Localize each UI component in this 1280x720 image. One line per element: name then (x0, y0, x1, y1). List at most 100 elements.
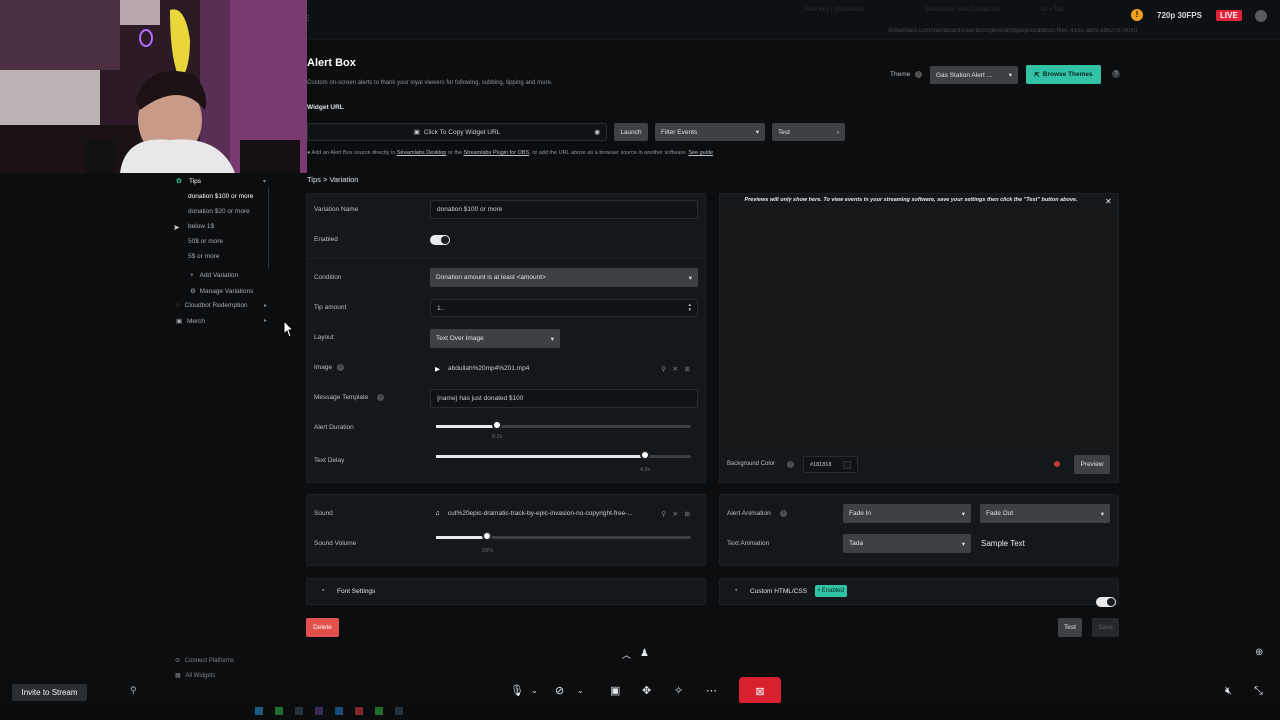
chevron-down-icon[interactable]: ▾ (263, 178, 266, 185)
info-icon[interactable]: i (780, 510, 787, 517)
text-delay-slider[interactable] (436, 450, 691, 463)
sound-file-field[interactable]: ♫ cut%20epic-dramatic-track-by-epic-inva… (430, 504, 698, 523)
sidebar-item-donation-100[interactable]: donation $100 or more (188, 193, 253, 200)
sidebar-scroll-track[interactable] (268, 187, 269, 269)
widgets-icon: ▦ (175, 673, 183, 679)
color-swatch[interactable] (843, 460, 851, 469)
profile-icon[interactable] (1255, 10, 1267, 22)
save-button[interactable]: Save (1092, 618, 1119, 637)
all-widgets-link[interactable]: ▦ All Widgets (175, 672, 215, 679)
sidebar-item-cloudbot[interactable]: ◌ Cloudbot Redemption (176, 302, 248, 309)
condition-select[interactable]: Donation amount is at least <amount> ▾ (430, 268, 698, 287)
app-icon[interactable] (355, 707, 363, 715)
test-dropdown[interactable]: Test › (772, 123, 845, 141)
more-icon[interactable]: ⋯ (706, 684, 717, 697)
camera-off-icon[interactable]: ⊘ (555, 684, 564, 697)
see-guide-link[interactable]: See guide (688, 150, 713, 156)
browser-tab[interactable]: Alt + Tab (1040, 7, 1063, 13)
upload-icon[interactable]: ⊞ (685, 510, 690, 518)
sidebar-item-50-or-more[interactable]: 50$ or more (188, 238, 223, 245)
stepper-icon[interactable]: ▴ ▾ (688, 303, 691, 313)
end-call-button[interactable]: ⊠ (739, 677, 781, 705)
info-icon[interactable]: i (337, 364, 344, 371)
image-file-field[interactable]: ▶ abdullah%20mp4%201.mp4 ⚲ ✕ ⊞ (430, 359, 698, 378)
layout-select[interactable]: Text Over Image ▾ (430, 329, 560, 348)
browse-themes-button[interactable]: ⇱ Browse Themes (1026, 65, 1101, 84)
preview-button[interactable]: Preview (1074, 455, 1110, 474)
app-icon[interactable] (315, 707, 323, 715)
warning-icon[interactable]: ! (1131, 9, 1143, 21)
message-template-input[interactable]: {name} has just donated $100 (430, 389, 698, 408)
apps-icon[interactable]: ✥ (642, 684, 651, 697)
effects-icon[interactable]: ✧ (674, 684, 683, 697)
expand-icon[interactable]: ▪ (735, 587, 737, 594)
link-icon[interactable]: ⚲ (661, 510, 666, 518)
sidebar-item-below-1[interactable]: below 1$ (188, 223, 214, 230)
alert-animation-in-select[interactable]: Fade In ▾ (843, 504, 971, 523)
app-icon[interactable] (295, 707, 303, 715)
add-variation-button[interactable]: + Add Variation (190, 272, 238, 279)
launch-button[interactable]: Launch (614, 123, 648, 141)
app-icon[interactable] (395, 707, 403, 715)
sidebar-item-5-or-more[interactable]: 5$ or more (188, 253, 219, 260)
obs-plugin-link[interactable]: Streamlabs Plugin for OBS (464, 150, 530, 156)
chevron-right-icon[interactable]: ▸ (264, 317, 267, 324)
filter-events-select[interactable]: Filter Events ▾ (655, 123, 765, 141)
info-icon[interactable]: i (787, 461, 794, 468)
collapse-icon[interactable]: ⤡ (1254, 685, 1263, 698)
app-icon[interactable] (375, 707, 383, 715)
background-color-input[interactable]: #181818 (803, 456, 858, 473)
help-icon[interactable]: ? (1112, 70, 1120, 78)
info-icon[interactable]: i (915, 71, 922, 78)
manage-variations-button[interactable]: ⚙ Manage Variations (190, 287, 253, 295)
zoom-icon[interactable]: ⊕ (1255, 647, 1263, 658)
chevron-down-icon[interactable]: ⌄ (531, 686, 538, 695)
close-icon[interactable]: ✕ (673, 365, 678, 373)
menu-icon[interactable]: ⫶ (307, 14, 309, 24)
chevron-right-icon[interactable]: ▸ (264, 302, 267, 309)
volume-mute-icon[interactable]: 🔇︎ (1225, 685, 1232, 698)
enabled-toggle[interactable] (430, 235, 450, 245)
pin-icon[interactable]: ⚲ (130, 685, 137, 696)
sound-volume-slider[interactable] (436, 531, 691, 544)
sidebar-group-tips[interactable]: Tips (189, 178, 201, 185)
app-icon[interactable] (255, 707, 263, 715)
microphone-icon[interactable]: 🎙︎ (510, 684, 524, 697)
chevron-up-icon[interactable]: ︿ (622, 648, 631, 661)
custom-html-toggle[interactable] (1096, 597, 1116, 607)
test-button[interactable]: Test (1058, 618, 1082, 637)
sidebar-item-merch[interactable]: ▣ Merch (176, 317, 205, 325)
screen-share-icon[interactable]: ▣ (610, 684, 620, 697)
address-bar[interactable]: streamlabs.com/dashboard#/alertbox/gener… (888, 28, 1188, 34)
expand-icon[interactable]: ▪ (322, 587, 324, 594)
gear-icon: ⚙ (190, 288, 198, 295)
app-icon[interactable] (335, 707, 343, 715)
browser-tab[interactable]: Alert Box | Streamlabs (805, 7, 865, 13)
slider-handle[interactable] (482, 531, 492, 541)
info-icon[interactable]: i (377, 394, 384, 401)
delete-button[interactable]: Delete (306, 618, 339, 637)
app-icon[interactable] (275, 707, 283, 715)
text-animation-select[interactable]: Tada ▾ (843, 534, 971, 553)
theme-select[interactable]: Gas Station Alert ... ▾ (930, 66, 1018, 84)
upload-icon[interactable]: ⊞ (685, 365, 690, 373)
slider-handle[interactable] (640, 450, 650, 460)
link-icon[interactable]: ⚲ (661, 365, 666, 373)
widget-url-field[interactable]: ▣ Click To Copy Widget URL ◉ (307, 123, 607, 141)
tip-amount-input[interactable]: 1.. ▴ ▾ (430, 299, 698, 317)
alert-duration-slider[interactable] (436, 420, 691, 433)
participants-icon[interactable]: ♟ (640, 648, 649, 659)
alert-animation-out-select[interactable]: Fade Out ▾ (980, 504, 1110, 523)
sidebar-item-donation-20[interactable]: donation $20 or more (188, 208, 250, 215)
chevron-down-icon[interactable]: ⌄ (577, 686, 584, 695)
slider-handle[interactable] (492, 420, 502, 430)
connect-platforms-link[interactable]: ⊘ Connect Platforms (175, 657, 234, 664)
webcam-image (0, 0, 307, 173)
close-icon[interactable]: ✕ (1105, 197, 1112, 206)
streamlabs-desktop-link[interactable]: Streamlabs Desktop (397, 150, 447, 156)
eye-icon[interactable]: ◉ (594, 128, 600, 136)
invite-to-stream-button[interactable]: Invite to Stream (12, 684, 87, 701)
browser-tab[interactable]: Streamlabs Web Dashboard (925, 7, 1000, 13)
close-icon[interactable]: ✕ (673, 510, 678, 518)
variation-name-input[interactable]: donation $100 or more (430, 200, 698, 219)
